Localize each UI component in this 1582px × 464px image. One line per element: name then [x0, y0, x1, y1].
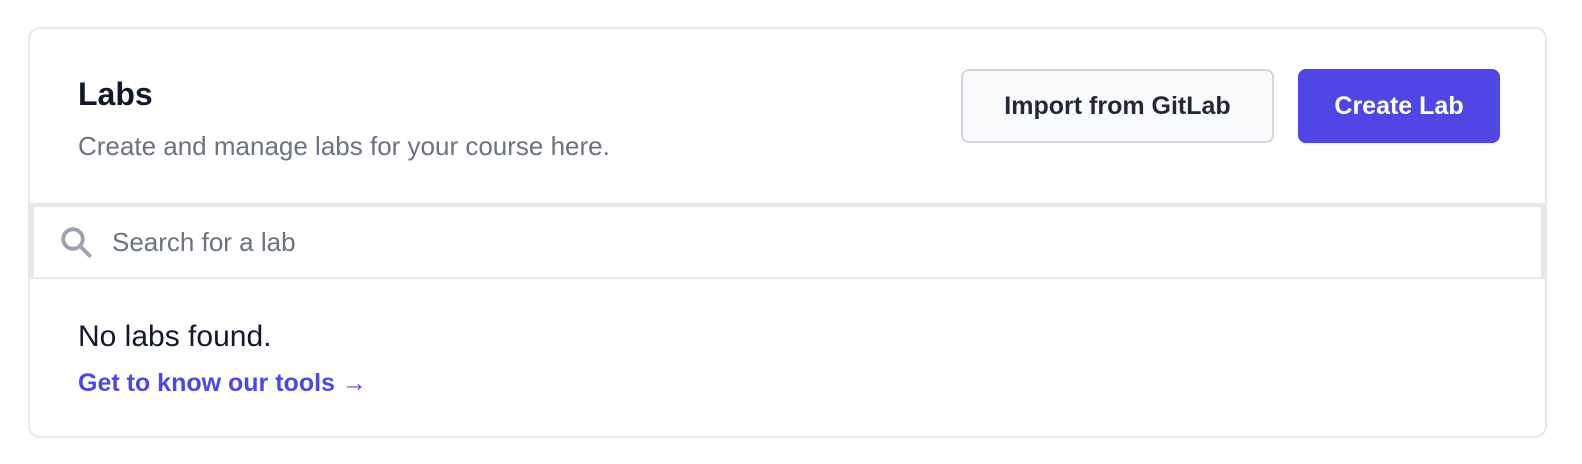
- import-from-gitlab-button[interactable]: Import from GitLab: [961, 69, 1274, 143]
- search-icon: [58, 224, 94, 260]
- empty-state: No labs found. Get to know our tools →: [78, 319, 367, 399]
- create-lab-button[interactable]: Create Lab: [1298, 69, 1500, 143]
- empty-state-message: No labs found.: [78, 320, 272, 353]
- labs-header: Labs Create and manage labs for your cou…: [30, 29, 1545, 205]
- page-title: Labs: [78, 76, 153, 112]
- get-to-know-tools-link[interactable]: Get to know our tools →: [78, 367, 367, 399]
- page-subtitle: Create and manage labs for your course h…: [78, 131, 610, 161]
- labs-card: Labs Create and manage labs for your cou…: [28, 27, 1547, 438]
- search-input[interactable]: [112, 215, 1512, 269]
- search-bar: [30, 203, 1545, 279]
